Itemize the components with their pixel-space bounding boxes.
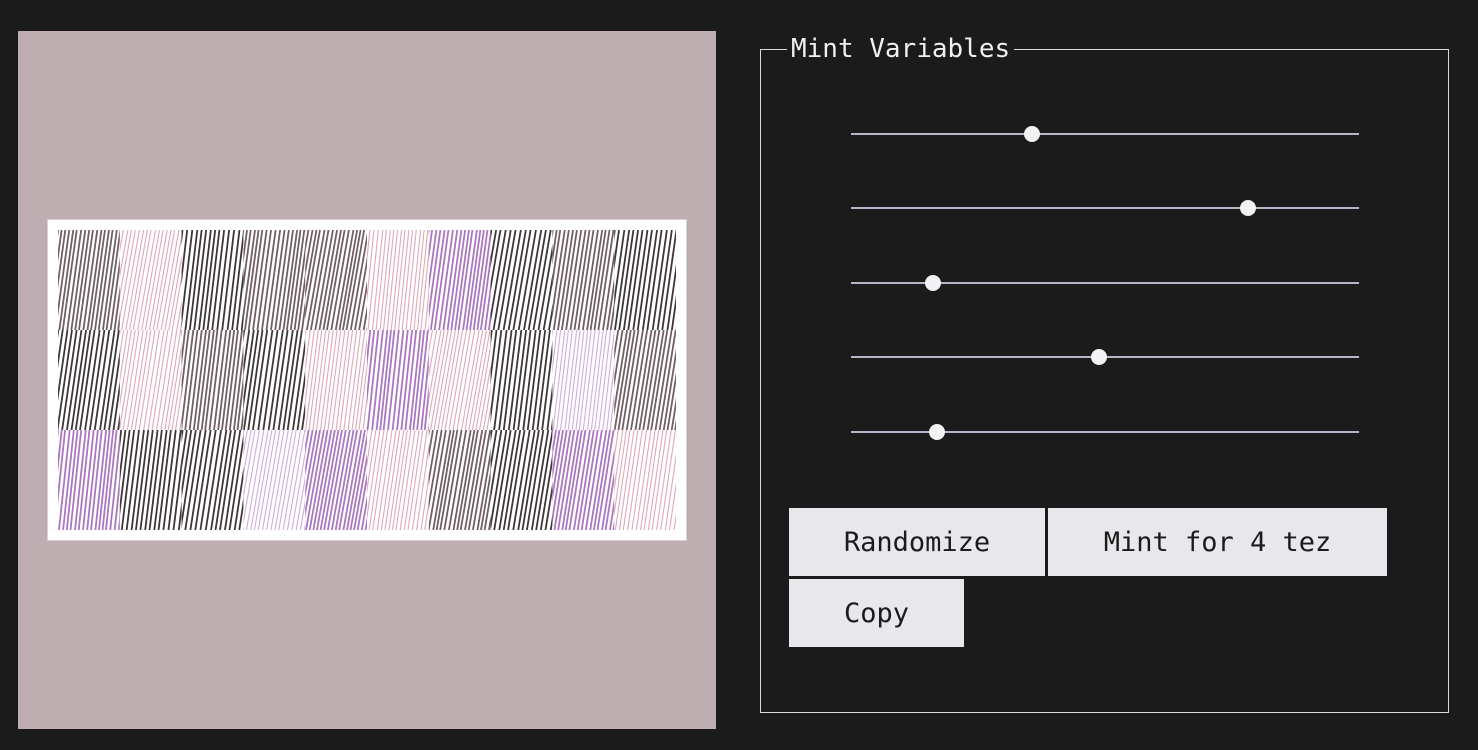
slider-track [851, 431, 1359, 433]
mint-variables-panel: Mint Variables Randomize Mint for 4 tez … [760, 34, 1449, 713]
artwork-pattern [58, 230, 676, 530]
variable-slider-3[interactable] [851, 273, 1359, 293]
artwork-tile [614, 330, 676, 430]
slider-thumb[interactable] [1023, 126, 1040, 142]
variable-slider-2[interactable] [851, 198, 1359, 218]
copy-button[interactable]: Copy [789, 579, 964, 647]
slider-track [851, 133, 1359, 135]
panel-title: Mint Variables [787, 34, 1015, 64]
variable-slider-4[interactable] [851, 347, 1359, 367]
mint-button[interactable]: Mint for 4 tez [1048, 508, 1387, 576]
slider-track [851, 207, 1359, 209]
slider-thumb[interactable] [1239, 200, 1256, 216]
randomize-button[interactable]: Randomize [789, 508, 1045, 576]
artwork-preview [18, 31, 716, 729]
slider-thumb[interactable] [924, 275, 941, 291]
variable-slider-5[interactable] [851, 422, 1359, 442]
slider-thumb[interactable] [928, 424, 945, 440]
artwork-tile [181, 330, 244, 430]
slider-thumb[interactable] [1091, 349, 1108, 365]
artwork-tile [58, 430, 120, 530]
variable-slider-1[interactable] [851, 124, 1359, 144]
artwork-canvas [48, 220, 686, 540]
